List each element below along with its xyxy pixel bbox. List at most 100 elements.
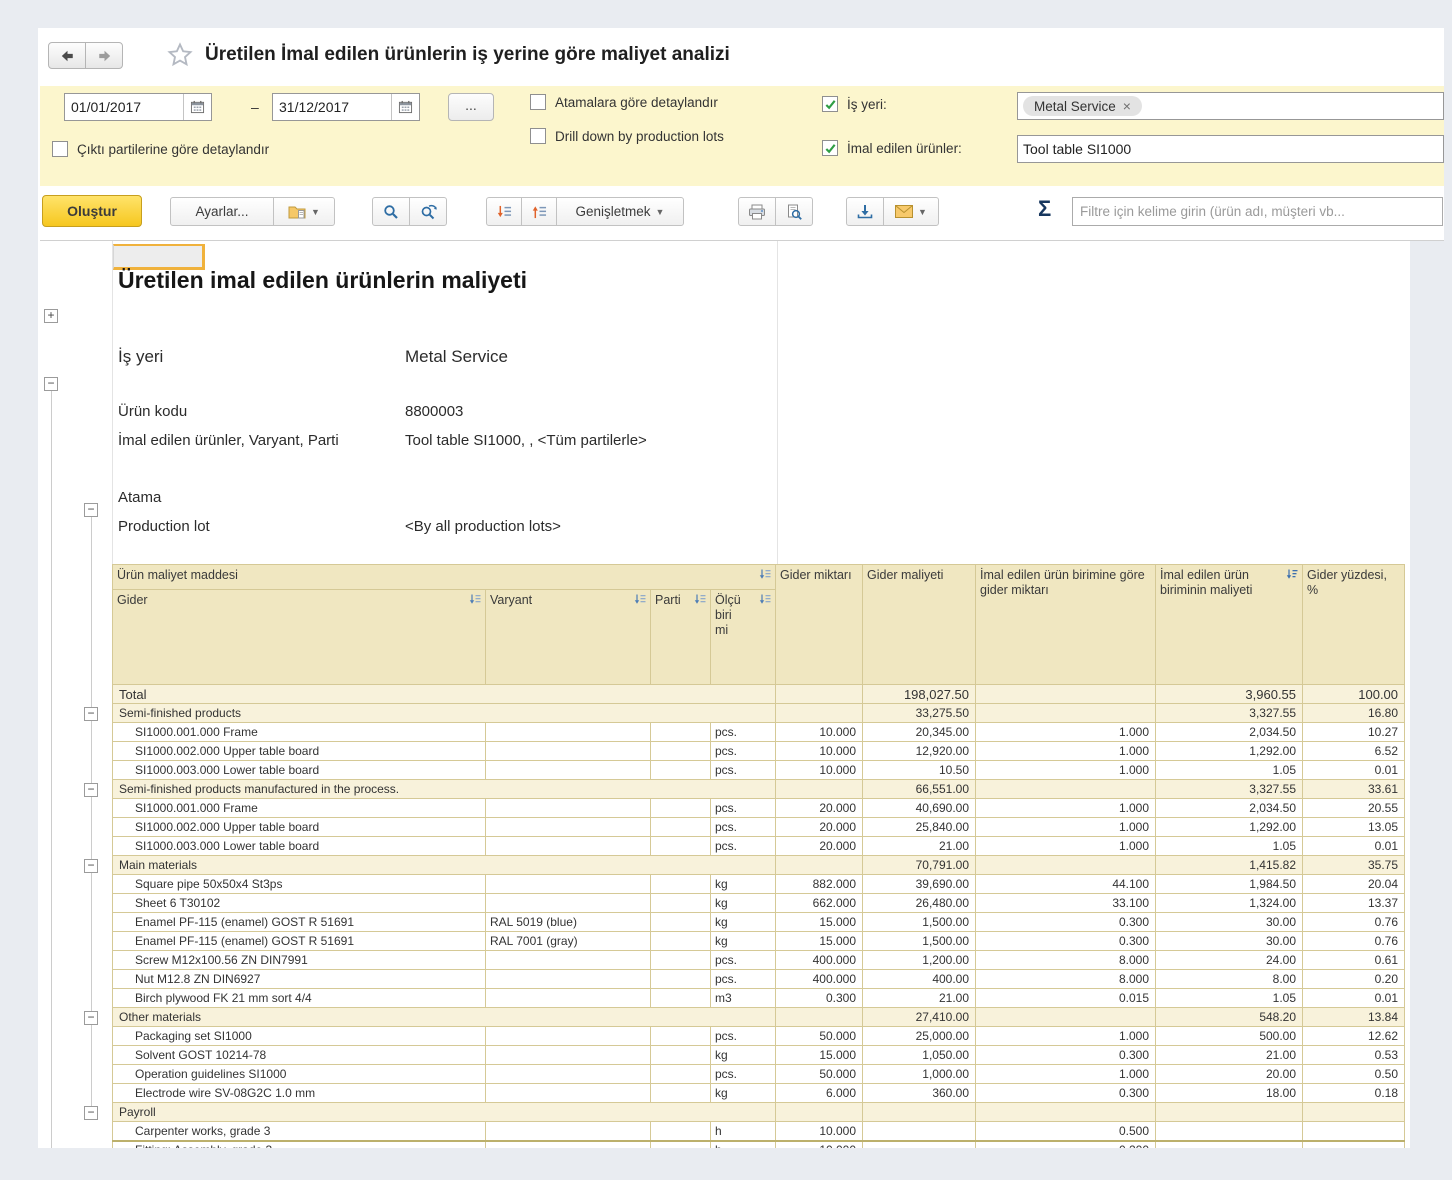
col-header-olcu-birimi[interactable]: Ölçü birimi (711, 590, 776, 685)
cell-olcu-birimi[interactable]: pcs. (711, 1065, 776, 1084)
cell-olcu-birimi[interactable]: pcs. (711, 761, 776, 780)
cell-birim-maliyeti[interactable]: 1,292.00 (1156, 742, 1303, 761)
cell-birim-maliyeti[interactable]: 3,327.55 (1156, 780, 1303, 799)
cell-gider-miktari[interactable]: 20.000 (776, 837, 863, 856)
cell-birim-maliyeti[interactable]: 2,034.50 (1156, 723, 1303, 742)
print-preview-button[interactable] (775, 197, 813, 226)
cell-gider[interactable]: Screw M12x100.56 ZN DIN7991 (113, 951, 486, 970)
cell-olcu-birimi[interactable]: pcs. (711, 951, 776, 970)
cell-gider[interactable]: SI1000.003.000 Lower table board (113, 837, 486, 856)
cell-birim-maliyeti[interactable]: 500.00 (1156, 1027, 1303, 1046)
cell-varyant[interactable] (486, 894, 651, 913)
checkbox-unchecked-icon[interactable] (530, 94, 546, 110)
cell-parti[interactable] (651, 1122, 711, 1141)
cell-gider-maliyeti[interactable]: 1,500.00 (863, 913, 976, 932)
cell-gider-yuzdesi[interactable]: 0.20 (1303, 970, 1405, 989)
table-row[interactable]: Fitting: Assembly, grade 3h10.0000.200 (113, 1141, 1405, 1149)
cell-gider-miktari[interactable]: 15.000 (776, 1046, 863, 1065)
calendar-icon[interactable] (183, 94, 211, 120)
cell-birim-maliyeti[interactable] (1156, 1141, 1303, 1149)
table-row[interactable]: Total198,027.503,960.55100.00 (113, 685, 1405, 704)
cell-gider-miktari[interactable]: 6.000 (776, 1084, 863, 1103)
calendar-icon[interactable] (391, 94, 419, 120)
cell-gider[interactable]: Birch plywood FK 21 mm sort 4/4 (113, 989, 486, 1008)
cell-birim-gider-miktari[interactable] (976, 1008, 1156, 1027)
cell-gider[interactable]: SI1000.002.000 Upper table board (113, 818, 486, 837)
cell-varyant[interactable] (486, 799, 651, 818)
cell-gider-yuzdesi[interactable]: 10.27 (1303, 723, 1405, 742)
cell-gider-maliyeti[interactable]: 25,840.00 (863, 818, 976, 837)
products-input[interactable] (1023, 141, 1438, 157)
table-row[interactable]: Semi-finished products33,275.503,327.551… (113, 704, 1405, 723)
cell-birim-maliyeti[interactable] (1156, 1122, 1303, 1141)
cell-varyant[interactable] (486, 761, 651, 780)
cell-gider-miktari[interactable]: 10.000 (776, 1122, 863, 1141)
cell-gider-yuzdesi[interactable]: 0.50 (1303, 1065, 1405, 1084)
cell-parti[interactable] (651, 1084, 711, 1103)
cell-birim-gider-miktari[interactable]: 8.000 (976, 951, 1156, 970)
table-row[interactable]: Square pipe 50x50x4 St3pskg882.00039,690… (113, 875, 1405, 894)
cell-gider-yuzdesi[interactable]: 16.80 (1303, 704, 1405, 723)
print-button[interactable] (738, 197, 776, 226)
cell-gider-maliyeti[interactable]: 21.00 (863, 989, 976, 1008)
cell-varyant[interactable] (486, 837, 651, 856)
cell-birim-maliyeti[interactable]: 1,292.00 (1156, 818, 1303, 837)
cell-gider-miktari[interactable]: 0.300 (776, 989, 863, 1008)
forward-button[interactable] (85, 42, 123, 69)
checkbox-unchecked-icon[interactable] (52, 141, 68, 157)
expand-menu-button[interactable]: Genişletmek ▼ (556, 197, 684, 226)
cell-parti[interactable] (651, 1065, 711, 1084)
cell-gider-maliyeti[interactable]: 21.00 (863, 837, 976, 856)
cell-gider-yuzdesi[interactable] (1303, 1141, 1405, 1149)
cell-gider-maliyeti[interactable]: 360.00 (863, 1084, 976, 1103)
table-row[interactable]: Sheet 6 T30102kg662.00026,480.0033.1001,… (113, 894, 1405, 913)
cell-gider[interactable]: Solvent GOST 10214-78 (113, 1046, 486, 1065)
cell-varyant[interactable] (486, 951, 651, 970)
table-row[interactable]: Packaging set SI1000pcs.50.00025,000.001… (113, 1027, 1405, 1046)
cell-gider-maliyeti[interactable] (863, 1122, 976, 1141)
cell-gider-maliyeti[interactable]: 20,345.00 (863, 723, 976, 742)
cell-birim-gider-miktari[interactable] (976, 856, 1156, 875)
search-next-button[interactable] (409, 197, 447, 226)
cell-gider-yuzdesi[interactable]: 0.01 (1303, 837, 1405, 856)
cell-birim-maliyeti[interactable]: 1.05 (1156, 837, 1303, 856)
cell-birim-gider-miktari[interactable]: 0.300 (976, 1084, 1156, 1103)
cell-birim-gider-miktari[interactable] (976, 704, 1156, 723)
cell-varyant[interactable] (486, 1065, 651, 1084)
cell-birim-maliyeti[interactable]: 20.00 (1156, 1065, 1303, 1084)
cell-gider[interactable]: Fitting: Assembly, grade 3 (113, 1141, 486, 1149)
cell-group-name[interactable]: Total (113, 685, 776, 704)
cell-gider-maliyeti[interactable] (863, 1141, 976, 1149)
cell-gider-maliyeti[interactable]: 1,200.00 (863, 951, 976, 970)
cell-gider-miktari[interactable]: 20.000 (776, 799, 863, 818)
send-email-button[interactable]: ▼ (883, 197, 939, 226)
cell-gider-yuzdesi[interactable]: 13.37 (1303, 894, 1405, 913)
cell-varyant[interactable] (486, 875, 651, 894)
cell-gider-maliyeti[interactable]: 10.50 (863, 761, 976, 780)
cell-gider-yuzdesi[interactable]: 0.61 (1303, 951, 1405, 970)
date-from-input[interactable] (65, 94, 183, 120)
col-header-gider-yuzdesi[interactable]: Gider yüzdesi, % (1303, 565, 1405, 685)
collapse-icon[interactable]: − (84, 1011, 98, 1025)
cell-gider-maliyeti[interactable]: 40,690.00 (863, 799, 976, 818)
cell-gider-yuzdesi[interactable]: 20.04 (1303, 875, 1405, 894)
checkbox-checked-icon[interactable] (822, 96, 838, 112)
cell-birim-gider-miktari[interactable]: 1.000 (976, 1027, 1156, 1046)
collapse-rows-button[interactable] (486, 197, 522, 226)
cell-gider-miktari[interactable]: 10.000 (776, 723, 863, 742)
cell-birim-gider-miktari[interactable]: 8.000 (976, 970, 1156, 989)
cell-birim-maliyeti[interactable]: 3,327.55 (1156, 704, 1303, 723)
table-row[interactable]: Payroll (113, 1103, 1405, 1122)
cell-birim-maliyeti[interactable]: 24.00 (1156, 951, 1303, 970)
cell-gider-yuzdesi[interactable]: 0.76 (1303, 913, 1405, 932)
table-row[interactable]: Semi-finished products manufactured in t… (113, 780, 1405, 799)
cell-birim-gider-miktari[interactable]: 0.300 (976, 932, 1156, 951)
cell-parti[interactable] (651, 1046, 711, 1065)
table-row[interactable]: Screw M12x100.56 ZN DIN7991pcs.400.0001,… (113, 951, 1405, 970)
cell-gider-maliyeti[interactable]: 33,275.50 (863, 704, 976, 723)
cell-olcu-birimi[interactable]: kg (711, 875, 776, 894)
cell-parti[interactable] (651, 818, 711, 837)
cell-gider[interactable]: Packaging set SI1000 (113, 1027, 486, 1046)
cell-group-name[interactable]: Other materials (113, 1008, 776, 1027)
cell-varyant[interactable]: RAL 7001 (gray) (486, 932, 651, 951)
